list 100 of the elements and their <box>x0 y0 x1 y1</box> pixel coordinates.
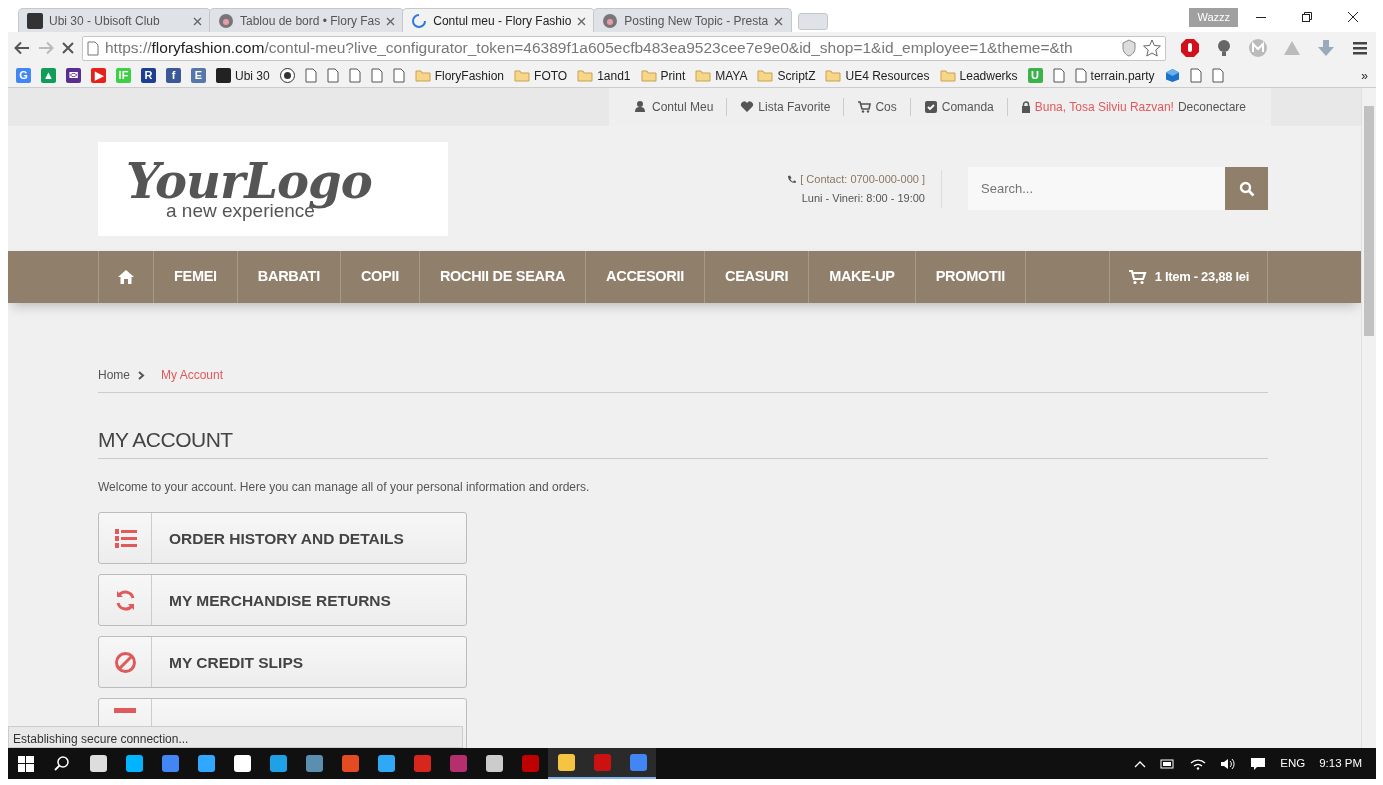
menu-item[interactable]: PROMOTII <box>914 251 1026 303</box>
welcome-text: Welcome to your account. Here you can manage all of your personal information and orders. <box>98 479 591 497</box>
close-tab-icon[interactable] <box>193 16 202 26</box>
star-icon[interactable] <box>1143 39 1161 57</box>
restore-icon[interactable] <box>1302 12 1312 22</box>
stop-icon[interactable] <box>62 42 74 54</box>
close-tab-icon[interactable] <box>774 16 784 26</box>
cube-icon[interactable] <box>1164 68 1180 83</box>
loading-spinner-icon <box>411 12 428 29</box>
search-icon <box>54 755 70 772</box>
bookmark-folder[interactable]: Leadwerks <box>939 66 1018 85</box>
browser-tab[interactable]: Posting New Topic - Presta <box>593 8 793 32</box>
stop-sign-icon[interactable] <box>1180 38 1200 58</box>
menu-item[interactable]: BARBATI <box>236 251 340 303</box>
page-icon[interactable] <box>1211 68 1224 83</box>
cart-icon <box>1127 269 1147 285</box>
caret-up-icon[interactable] <box>1134 759 1147 768</box>
top-link[interactable]: Cos <box>843 98 910 116</box>
bookmark-favicon-icon[interactable]: ▲ <box>41 68 56 83</box>
bookmark-favicon-icon[interactable]: ✉ <box>66 68 81 83</box>
folder-icon <box>695 69 712 82</box>
home-icon <box>117 269 135 285</box>
folder-icon <box>939 69 956 82</box>
lock-icon <box>1020 100 1031 114</box>
browser-tab[interactable]: Ubi 30 - Ubisoft Club <box>18 8 211 32</box>
menu-item[interactable]: FEMEI <box>153 251 237 303</box>
page-icon[interactable] <box>326 68 339 83</box>
wifi-icon[interactable] <box>1190 757 1207 770</box>
bookmark-folder[interactable]: FloryFashion <box>414 66 505 85</box>
logo[interactable]: YourLogo a new experience <box>98 141 448 236</box>
page-icon[interactable] <box>348 68 361 83</box>
browser-tab[interactable]: Contul meu - Flory Fashio <box>402 8 596 32</box>
menu-item[interactable]: CEASURI <box>703 251 809 303</box>
address-bar[interactable]: https://floryfashion.com/contul-meu?live_configurator_token=46389f1a605ecfb483ea9523cee7e9e0&id_shop=1&id_employee=1&theme=&th <box>82 35 1166 61</box>
folder-icon <box>514 69 531 82</box>
bookmark-favicon-icon[interactable]: ▶ <box>91 68 106 83</box>
page-icon[interactable] <box>1052 68 1065 83</box>
phone-icon <box>787 174 797 184</box>
bookmark-folder[interactable]: ScriptZ <box>757 66 816 85</box>
top-link[interactable]: Comanda <box>909 98 1007 116</box>
bookmark-favicon-icon[interactable]: E <box>191 68 206 83</box>
bookmark-favicon-icon[interactable]: f <box>166 68 181 83</box>
menu-item[interactable]: MAKE-UP <box>808 251 915 303</box>
bookmark[interactable]: terrain.party <box>1074 66 1155 85</box>
vertical-scrollbar[interactable] <box>1361 88 1376 748</box>
search-field[interactable]: Search... <box>968 167 1225 210</box>
menu-item[interactable]: COPII <box>339 251 419 303</box>
more-bookmarks-button[interactable]: » <box>1361 66 1368 85</box>
bookmark-folder[interactable]: 1and1 <box>577 66 631 85</box>
folder-icon <box>825 69 842 82</box>
checkbox-icon <box>923 100 938 114</box>
folder-icon <box>640 69 657 82</box>
account-button[interactable]: MY CREDIT SLIPS <box>98 636 467 689</box>
ban-icon <box>113 650 137 674</box>
bookmark-folder[interactable]: UE4 Resources <box>825 66 930 85</box>
cart-icon <box>857 100 872 114</box>
notification-icon[interactable] <box>1250 756 1267 771</box>
top-link[interactable]: Contul Meu <box>620 98 727 116</box>
language-indicator[interactable]: ENG <box>1280 754 1306 773</box>
page-icon <box>87 40 99 56</box>
status-bubble: Establishing secure connection... <box>8 726 463 748</box>
bookmark-favicon-icon[interactable]: R <box>141 68 156 83</box>
account-button[interactable]: MY MERCHANDISE RETURNS <box>98 574 467 627</box>
windows-icon <box>18 755 34 772</box>
greeting-text: Buna, Tosa Silviu Razvan! <box>1034 99 1174 116</box>
shield-icon <box>1121 39 1137 57</box>
bookmark-folder[interactable]: MAYA <box>695 66 748 85</box>
back-arrow-icon[interactable] <box>14 41 30 55</box>
bookmark-folder[interactable]: Print <box>640 66 686 85</box>
taskbar-app-icon[interactable] <box>548 748 584 779</box>
bookmark-folder[interactable]: FOTO <box>514 66 568 85</box>
bookmark-favicon-icon[interactable]: G <box>16 68 31 83</box>
breadcrumb-link[interactable]: Home <box>98 366 130 384</box>
numbered-list-icon <box>113 526 137 550</box>
page-icon[interactable] <box>392 68 405 83</box>
bookmark[interactable]: Ubi 30 <box>216 66 270 85</box>
clock[interactable]: 9:13 PM <box>1319 754 1362 773</box>
globe-icon[interactable] <box>279 68 295 83</box>
close-tab-icon[interactable] <box>577 16 587 26</box>
close-tab-icon[interactable] <box>386 16 396 26</box>
folder-icon <box>414 69 431 82</box>
breadcrumb-current: My Account <box>161 367 224 384</box>
taskbar-app-icon[interactable] <box>620 748 656 779</box>
url-text: https://floryfashion.com/contul-meu?live_configurator_token=46389f1a605ecfb483ea9523cee7e9e0&id_shop=1&id_employee=1&theme=&th <box>105 38 1074 59</box>
page-icon[interactable] <box>304 68 317 83</box>
menu-item[interactable]: ROCHII DE SEARA <box>418 251 586 303</box>
contact-phone: [ Contact: 0700-000-000 ] <box>800 171 925 187</box>
top-link[interactable]: Lista Favorite <box>726 98 844 116</box>
page-icon[interactable] <box>370 68 383 83</box>
close-icon[interactable] <box>1348 12 1358 22</box>
logout-link[interactable]: Deconectare <box>1177 98 1246 116</box>
account-button[interactable]: ORDER HISTORY AND DETAILS <box>98 512 467 565</box>
page-icon[interactable] <box>1189 68 1202 83</box>
battery-icon[interactable] <box>1160 758 1177 769</box>
speaker-icon[interactable] <box>1220 757 1237 770</box>
cart-button[interactable]: 1 Item - 23,88 lei <box>1108 251 1268 303</box>
folder-icon <box>757 69 774 82</box>
browser-tab[interactable]: Tablou de bord • Flory Fas <box>209 8 405 32</box>
page-icon <box>1074 68 1087 83</box>
menu-item[interactable]: ACCESORII <box>585 251 704 303</box>
